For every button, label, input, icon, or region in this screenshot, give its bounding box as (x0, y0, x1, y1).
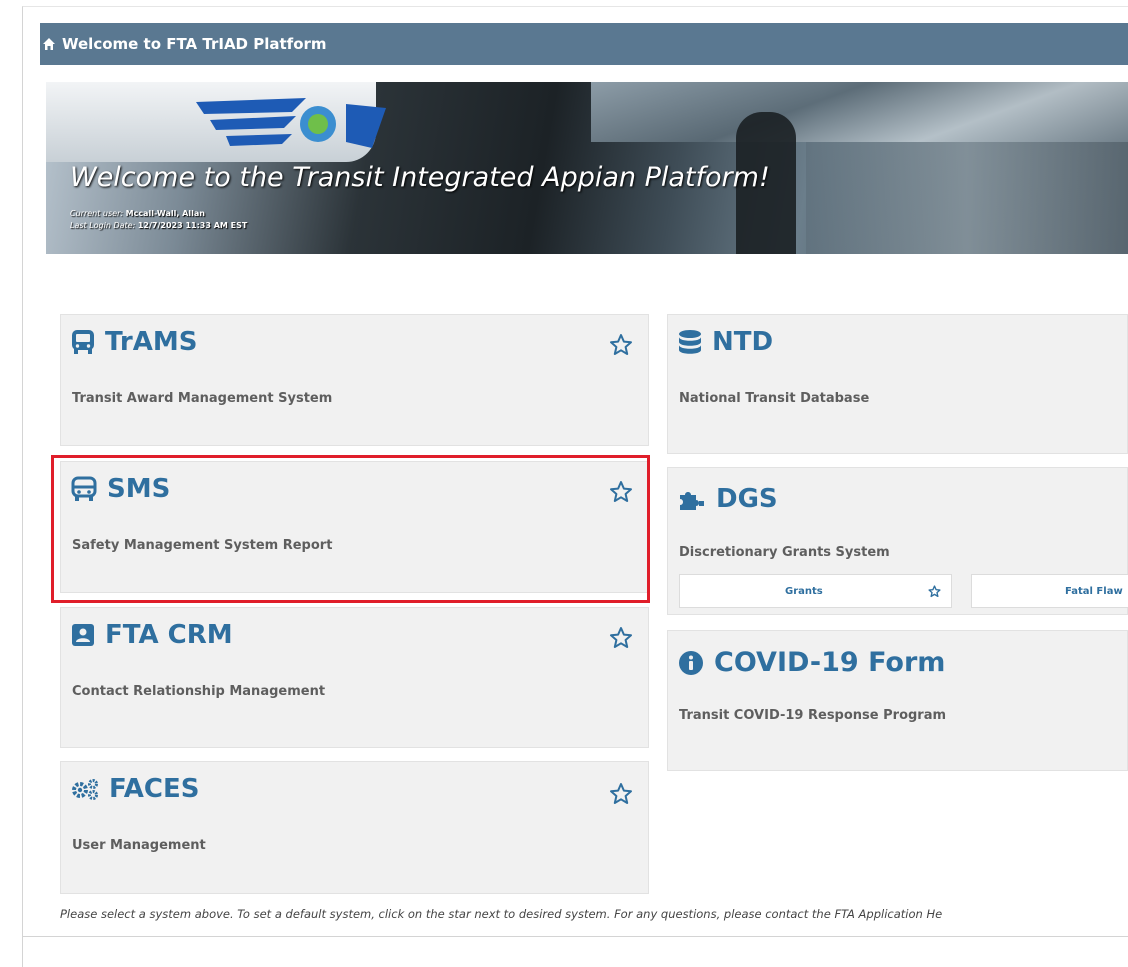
system-name-ntd[interactable]: NTD (712, 327, 773, 357)
dgs-link-fatal-flaw-label[interactable]: Fatal Flaw (1065, 586, 1123, 597)
star-icon[interactable] (609, 626, 633, 650)
transit-logo-icon (196, 98, 386, 148)
system-desc-trams: Transit Award Management System (72, 391, 333, 406)
system-desc-covid: Transit COVID-19 Response Program (679, 708, 947, 723)
system-name-dgs[interactable]: DGS (716, 484, 778, 514)
highlight-box (51, 455, 650, 603)
banner-photo-train (806, 142, 1128, 254)
system-card-trams[interactable]: TrAMS Transit Award Management System (60, 314, 649, 446)
login-value: 12/7/2023 11:33 AM EST (137, 221, 248, 230)
system-name-crm[interactable]: FTA CRM (105, 620, 233, 650)
bus-front-icon (71, 329, 95, 355)
login-label: Last Login Date: (70, 221, 136, 230)
dgs-link-grants[interactable]: Grants (679, 574, 952, 608)
puzzle-icon (678, 487, 706, 511)
system-card-ntd[interactable]: NTD National Transit Database (667, 314, 1128, 454)
title-bar: Welcome to FTA TrIAD Platform (40, 23, 1128, 65)
user-value: Mccall-Wall, Allan (125, 209, 205, 218)
home-icon[interactable] (42, 37, 56, 51)
dgs-link-grants-label[interactable]: Grants (785, 586, 823, 597)
dgs-link-fatal-flaw[interactable]: Fatal Flaw (971, 574, 1128, 608)
login-info: Current user: Mccall-Wall, Allan Last Lo… (70, 208, 247, 232)
system-desc-dgs: Discretionary Grants System (679, 545, 890, 560)
info-circle-icon (678, 650, 704, 676)
gears-icon (71, 778, 99, 800)
user-label: Current user: (70, 209, 124, 218)
star-icon[interactable] (609, 782, 633, 806)
window-title: Welcome to FTA TrIAD Platform (62, 35, 327, 53)
welcome-banner: Welcome to the Transit Integrated Appian… (46, 82, 1128, 254)
system-card-dgs[interactable]: DGS Discretionary Grants System Grants F… (667, 467, 1128, 615)
system-name-covid[interactable]: COVID-19 Form (714, 647, 945, 678)
system-name-trams[interactable]: TrAMS (105, 327, 197, 357)
contact-card-icon (71, 623, 95, 647)
system-name-faces[interactable]: FACES (109, 774, 199, 804)
system-card-covid[interactable]: COVID-19 Form Transit COVID-19 Response … (667, 630, 1128, 771)
database-icon (678, 329, 702, 355)
system-card-crm[interactable]: FTA CRM Contact Relationship Management (60, 607, 649, 748)
star-icon[interactable] (928, 585, 941, 598)
footer-instructions: Please select a system above. To set a d… (60, 907, 943, 921)
system-desc-ntd: National Transit Database (679, 391, 870, 406)
system-desc-crm: Contact Relationship Management (72, 684, 326, 699)
system-card-faces[interactable]: FACES User Management (60, 761, 649, 894)
bottom-divider (22, 936, 1128, 937)
banner-photo-station (591, 82, 1128, 142)
star-icon[interactable] (609, 333, 633, 357)
system-desc-faces: User Management (72, 838, 206, 853)
banner-headline: Welcome to the Transit Integrated Appian… (70, 162, 770, 193)
